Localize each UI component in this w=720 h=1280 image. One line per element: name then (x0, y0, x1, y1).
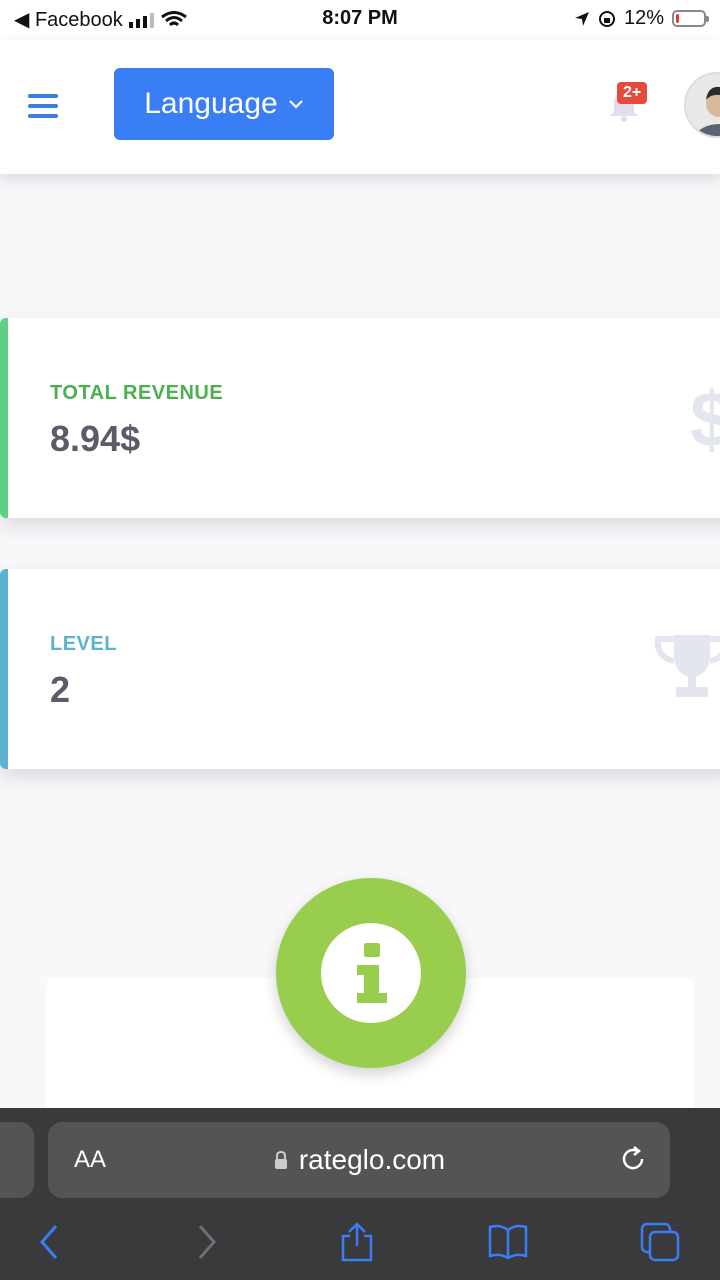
url-text: rateglo.com (298, 1144, 446, 1175)
info-icon (321, 923, 421, 1023)
app-header: Language 2+ (0, 40, 720, 174)
browser-toolbar (0, 1208, 720, 1280)
level-value: 2 (50, 669, 71, 710)
address-bar[interactable]: AA rateglo.com (48, 1122, 670, 1198)
trophy-icon (654, 635, 720, 697)
menu-icon[interactable] (28, 94, 58, 118)
status-right: 12% (574, 7, 709, 30)
previous-tab-stub[interactable] (0, 1122, 34, 1198)
battery-percent: 12% (623, 7, 664, 29)
total-revenue-value: 8.94$ (50, 418, 141, 459)
status-bar: ◀ Facebook 8:07 PM 12% (0, 0, 720, 40)
notification-badge: 2+ (617, 82, 648, 104)
level-label: LEVEL (50, 633, 117, 655)
dollar-icon: $ (690, 375, 720, 463)
battery-icon (672, 10, 709, 27)
lock-icon (274, 1150, 287, 1169)
avatar[interactable] (684, 72, 720, 138)
language-label: Language (144, 87, 278, 120)
user-avatar-icon (686, 74, 720, 136)
url-display[interactable]: rateglo.com (48, 1144, 670, 1176)
share-icon[interactable] (337, 1222, 377, 1262)
chevron-down-icon (288, 100, 303, 109)
back-arrow-icon[interactable] (30, 1222, 70, 1262)
forward-arrow-icon[interactable] (186, 1222, 226, 1262)
language-dropdown-button[interactable]: Language (114, 68, 334, 140)
bookmarks-icon[interactable] (488, 1222, 528, 1262)
info-badge (276, 878, 466, 1068)
location-arrow-icon (574, 11, 589, 26)
total-revenue-card: TOTAL REVENUE 8.94$ $ (0, 318, 720, 518)
reload-icon[interactable] (618, 1144, 648, 1174)
tabs-icon[interactable] (640, 1222, 680, 1262)
rotation-lock-icon (598, 10, 615, 27)
level-card: LEVEL 2 (0, 569, 720, 769)
battery-level (676, 14, 679, 23)
total-revenue-label: TOTAL REVENUE (50, 382, 224, 404)
browser-address-area: AA rateglo.com (0, 1108, 720, 1208)
